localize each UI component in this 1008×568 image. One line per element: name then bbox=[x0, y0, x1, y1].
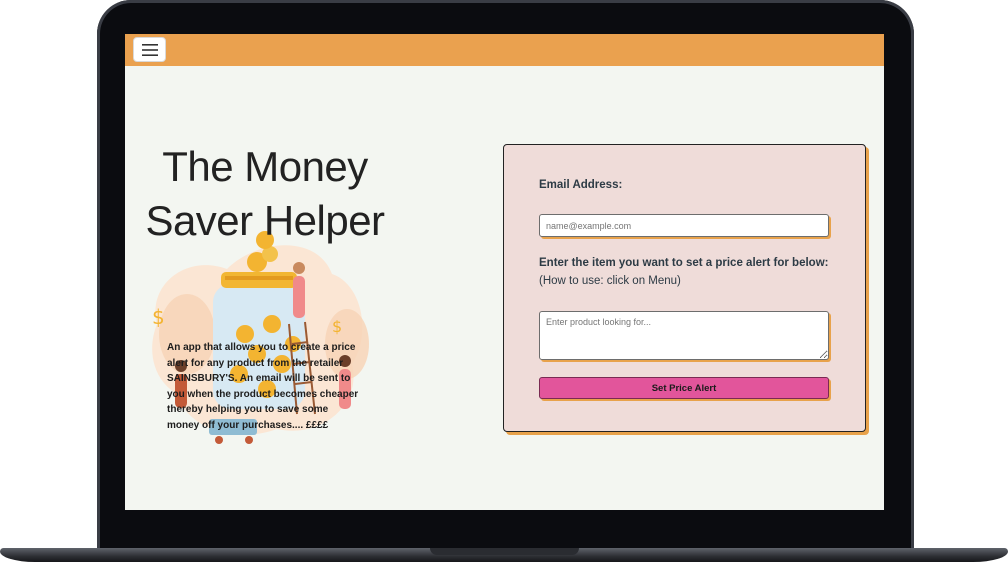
email-label: Email Address: bbox=[539, 179, 623, 191]
navbar bbox=[125, 34, 884, 66]
price-alert-form: Email Address: Enter the item you want t… bbox=[503, 144, 866, 432]
product-field[interactable] bbox=[539, 311, 829, 360]
svg-text:$: $ bbox=[152, 305, 165, 329]
item-hint: (How to use: click on Menu) bbox=[539, 275, 681, 287]
svg-text:$: $ bbox=[332, 317, 342, 336]
hamburger-menu-icon bbox=[141, 43, 158, 56]
email-field[interactable] bbox=[539, 214, 829, 237]
menu-button[interactable] bbox=[133, 37, 166, 62]
page-title: The Money Saver Helper bbox=[125, 140, 395, 248]
set-price-alert-button[interactable]: Set Price Alert bbox=[539, 377, 829, 399]
title-line-2: Saver Helper bbox=[145, 197, 385, 244]
title-line-1: The Money bbox=[162, 143, 368, 190]
item-label: Enter the item you want to set a price a… bbox=[539, 257, 829, 269]
app-description: An app that allows you to create a price… bbox=[167, 342, 359, 431]
laptop-notch bbox=[430, 548, 579, 555]
app-screen: $ $ The Money Saver Helper An app that a… bbox=[125, 34, 884, 510]
